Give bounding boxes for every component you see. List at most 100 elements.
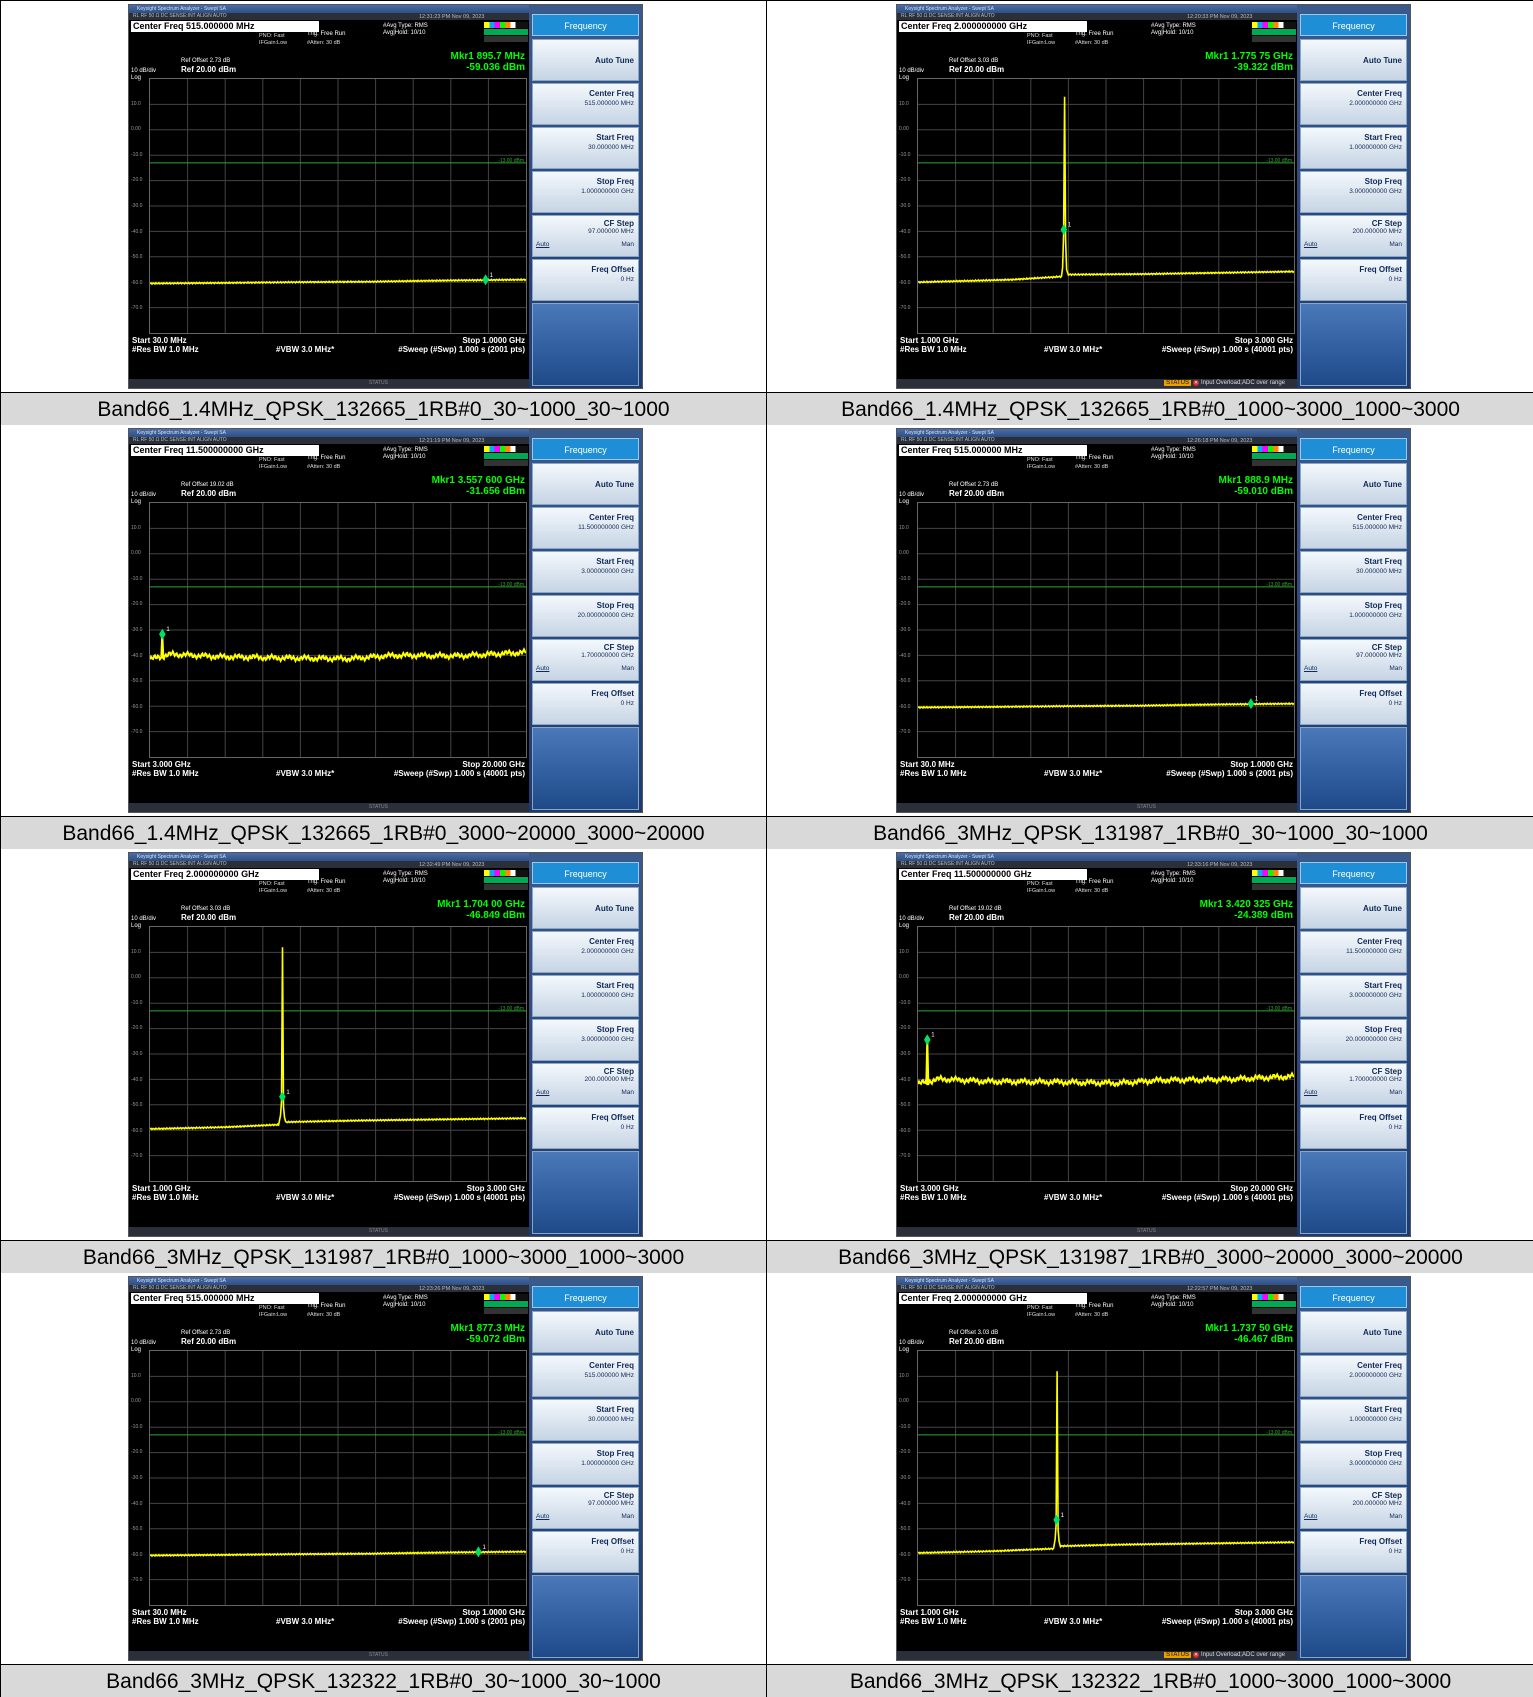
cf-step-button[interactable]: CF Step 1.700000000 GHz Auto Man: [1300, 1063, 1407, 1105]
auto-tune-button[interactable]: Auto Tune: [532, 463, 639, 505]
y-tick-label: -60.0: [131, 703, 143, 710]
y-tick-label: 0.00: [131, 550, 141, 557]
stop-freq-button[interactable]: Stop Freq 1.000000000 GHz: [532, 171, 639, 213]
log-label: Log: [131, 1347, 142, 1353]
center-freq-button[interactable]: Center Freq 2.000000000 GHz: [532, 931, 639, 973]
y-tick-label: -10.0: [131, 999, 143, 1006]
center-freq-readout[interactable]: Center Freq 515.000000 MHz: [131, 1293, 319, 1304]
auto-option[interactable]: Auto: [1304, 241, 1317, 248]
auto-tune-button[interactable]: Auto Tune: [1300, 39, 1407, 81]
cf-step-button[interactable]: CF Step 97.000000 MHz Auto Man: [1300, 639, 1407, 681]
empty-softkey: [1300, 303, 1407, 386]
center-freq-readout[interactable]: Center Freq 515.000000 MHz: [131, 21, 319, 32]
center-freq-button[interactable]: Center Freq 11.500000000 GHz: [1300, 931, 1407, 973]
stop-freq-button[interactable]: Stop Freq 3.000000000 GHz: [1300, 171, 1407, 213]
center-freq-button[interactable]: Center Freq 2.000000000 GHz: [1300, 1355, 1407, 1397]
stop-freq-button[interactable]: Stop Freq 3.000000000 GHz: [532, 1019, 639, 1061]
status-bar-text: RL RF 50 Ω DC SENSE:INT ALIGN AUTO: [901, 437, 995, 443]
res-bw-label: #Res BW 1.0 MHz: [900, 1617, 967, 1626]
stop-freq-button[interactable]: Stop Freq 3.000000000 GHz: [1300, 1443, 1407, 1485]
center-freq-readout[interactable]: Center Freq 11.500000000 GHz: [899, 869, 1087, 880]
cf-step-button[interactable]: CF Step 97.000000 MHz Auto Man: [532, 1487, 639, 1529]
trace-indicator: [1252, 22, 1296, 46]
center-freq-readout[interactable]: Center Freq 2.000000000 GHz: [899, 1293, 1087, 1304]
limit-line-label: -13.00 dBm: [498, 1006, 524, 1012]
center-freq-button[interactable]: Center Freq 515.000000 MHz: [532, 1355, 639, 1397]
start-freq-button[interactable]: Start Freq 30.000000 MHz: [532, 1399, 639, 1441]
auto-tune-button[interactable]: Auto Tune: [532, 39, 639, 81]
start-freq-button[interactable]: Start Freq 3.000000000 GHz: [532, 551, 639, 593]
start-freq-button[interactable]: Start Freq 30.000000 MHz: [532, 127, 639, 169]
center-freq-readout[interactable]: Center Freq 2.000000000 GHz: [131, 869, 319, 880]
stop-freq-button[interactable]: Stop Freq 1.000000000 GHz: [1300, 595, 1407, 637]
softkey-value: 0 Hz: [1388, 700, 1402, 707]
log-label: Log: [131, 499, 142, 505]
cf-step-button[interactable]: CF Step 1.700000000 GHz Auto Man: [532, 639, 639, 681]
start-freq-button[interactable]: Start Freq 30.000000 MHz: [1300, 551, 1407, 593]
freq-offset-button[interactable]: Freq Offset 0 Hz: [532, 259, 639, 301]
y-tick-label: -40.0: [131, 1500, 143, 1507]
freq-offset-button[interactable]: Freq Offset 0 Hz: [532, 1531, 639, 1573]
auto-option[interactable]: Auto: [1304, 1089, 1317, 1096]
cf-step-button[interactable]: CF Step 200.000000 MHz Auto Man: [532, 1063, 639, 1105]
spectrum-analyzer-window: Keysight Spectrum Analyzer - Swept SA RL …: [128, 1276, 643, 1661]
softkey-label: Stop Freq: [596, 601, 634, 610]
start-freq-button[interactable]: Start Freq 3.000000000 GHz: [1300, 975, 1407, 1017]
auto-option[interactable]: Auto: [536, 665, 549, 672]
auto-option[interactable]: Auto: [536, 1513, 549, 1520]
stop-freq-button[interactable]: Stop Freq 20.000000000 GHz: [1300, 1019, 1407, 1061]
center-freq-button[interactable]: Center Freq 515.000000 MHz: [1300, 507, 1407, 549]
log-label: Log: [899, 499, 910, 505]
center-freq-readout[interactable]: Center Freq 2.000000000 GHz: [899, 21, 1087, 32]
stop-freq-button[interactable]: Stop Freq 20.000000000 GHz: [532, 595, 639, 637]
ref-offset-label: Ref Offset 2.73 dB: [181, 1330, 231, 1336]
man-option[interactable]: Man: [1389, 1089, 1402, 1096]
man-option[interactable]: Man: [621, 241, 634, 248]
auto-option[interactable]: Auto: [1304, 665, 1317, 672]
man-option[interactable]: Man: [621, 1513, 634, 1520]
man-option[interactable]: Man: [1389, 241, 1402, 248]
y-tick-label: -10.0: [899, 999, 911, 1006]
auto-option[interactable]: Auto: [536, 241, 549, 248]
avg-hold-label: Avg|Hold: 10/10: [1151, 878, 1194, 884]
softkey-label: CF Step: [1371, 1067, 1402, 1076]
stop-freq-button[interactable]: Stop Freq 1.000000000 GHz: [532, 1443, 639, 1485]
caption: Band66_3MHz_QPSK_132322_1RB#0_1000~3000_…: [767, 1664, 1533, 1697]
auto-tune-button[interactable]: Auto Tune: [1300, 463, 1407, 505]
ref-level-label: Ref 20.00 dBm: [181, 489, 237, 498]
center-freq-button[interactable]: Center Freq 2.000000000 GHz: [1300, 83, 1407, 125]
auto-option[interactable]: Auto: [536, 1089, 549, 1096]
auto-tune-button[interactable]: Auto Tune: [1300, 1311, 1407, 1353]
y-tick-label: -20.0: [899, 1025, 911, 1032]
y-tick-label: -50.0: [131, 678, 143, 685]
man-option[interactable]: Man: [1389, 665, 1402, 672]
freq-offset-button[interactable]: Freq Offset 0 Hz: [532, 1107, 639, 1149]
freq-offset-button[interactable]: Freq Offset 0 Hz: [1300, 259, 1407, 301]
start-freq-button[interactable]: Start Freq 1.000000000 GHz: [1300, 1399, 1407, 1441]
man-option[interactable]: Man: [621, 1089, 634, 1096]
freq-offset-button[interactable]: Freq Offset 0 Hz: [1300, 1107, 1407, 1149]
freq-offset-button[interactable]: Freq Offset 0 Hz: [1300, 683, 1407, 725]
center-freq-readout[interactable]: Center Freq 515.000000 MHz: [899, 445, 1087, 456]
y-tick-label: -50.0: [899, 678, 911, 685]
start-freq-button[interactable]: Start Freq 1.000000000 GHz: [1300, 127, 1407, 169]
center-freq-button[interactable]: Center Freq 515.000000 MHz: [532, 83, 639, 125]
freq-offset-button[interactable]: Freq Offset 0 Hz: [1300, 1531, 1407, 1573]
cf-step-button[interactable]: CF Step 200.000000 MHz Auto Man: [1300, 215, 1407, 257]
frequency-menu: Frequency Auto Tune Center Freq 2.000000000…: [1297, 1277, 1410, 1660]
man-option[interactable]: Man: [621, 665, 634, 672]
auto-tune-button[interactable]: Auto Tune: [1300, 887, 1407, 929]
center-freq-readout[interactable]: Center Freq 11.500000000 GHz: [131, 445, 319, 456]
auto-tune-button[interactable]: Auto Tune: [532, 1311, 639, 1353]
auto-option[interactable]: Auto: [1304, 1513, 1317, 1520]
freq-offset-button[interactable]: Freq Offset 0 Hz: [532, 683, 639, 725]
cf-step-button[interactable]: CF Step 200.000000 MHz Auto Man: [1300, 1487, 1407, 1529]
start-freq-button[interactable]: Start Freq 1.000000000 GHz: [532, 975, 639, 1017]
center-freq-button[interactable]: Center Freq 11.500000000 GHz: [532, 507, 639, 549]
man-option[interactable]: Man: [1389, 1513, 1402, 1520]
res-bw-label: #Res BW 1.0 MHz: [900, 345, 967, 354]
auto-tune-button[interactable]: Auto Tune: [532, 887, 639, 929]
result-cell: Keysight Spectrum Analyzer - Swept SA RL …: [767, 425, 1533, 849]
cf-step-button[interactable]: CF Step 97.000000 MHz Auto Man: [532, 215, 639, 257]
softkey-label: Start Freq: [596, 557, 634, 566]
